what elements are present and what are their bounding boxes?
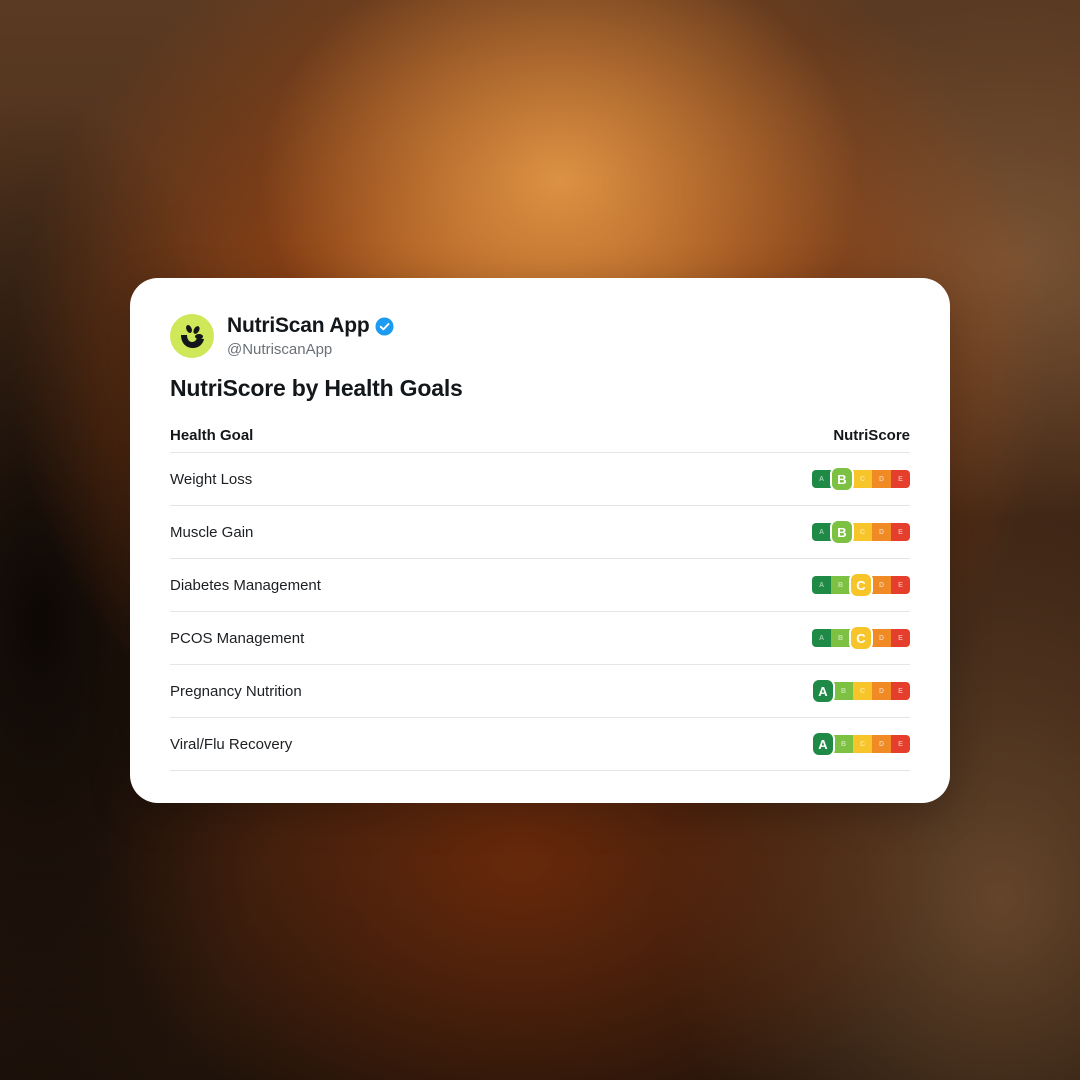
nutriscore-grade-d: D bbox=[872, 735, 891, 753]
health-goal-label: Viral/Flu Recovery bbox=[170, 735, 293, 753]
nutriscore-grade-d: D bbox=[872, 470, 891, 488]
nutriscore-grade-d: D bbox=[872, 682, 891, 700]
nutriscore-grade-a: A bbox=[812, 523, 831, 541]
nutriscan-logo-icon[interactable] bbox=[170, 314, 214, 358]
column-header-nutriscore: NutriScore bbox=[833, 426, 910, 444]
nutriscore-grade-c: C bbox=[849, 572, 873, 598]
nutriscore-grade-b: B bbox=[834, 682, 853, 700]
nutriscore-grade-d: D bbox=[872, 629, 891, 647]
nutriscore-grade-c: C bbox=[849, 625, 873, 651]
nutriscore-badge: ABCDE bbox=[811, 678, 910, 704]
nutriscore-grade-e: E bbox=[891, 735, 910, 753]
post-card: NutriScan App @NutriscanApp NutriScore b… bbox=[130, 278, 950, 803]
nutriscore-grade-e: E bbox=[891, 470, 910, 488]
nutriscore-grade-e: E bbox=[891, 682, 910, 700]
table-row: Pregnancy Nutrition A B C D E bbox=[170, 665, 910, 718]
nutriscore-badge: ABCDE bbox=[812, 519, 910, 545]
nutriscore-table: Health Goal NutriScore Weight Loss A B C D E M… bbox=[170, 418, 910, 771]
nutriscore-grade-b: B bbox=[831, 629, 850, 647]
table-row: Viral/Flu Recovery A B C D E bbox=[170, 718, 910, 771]
nutriscore-grade-c: C bbox=[853, 735, 872, 753]
health-goal-label: Weight Loss bbox=[170, 470, 253, 488]
nutriscore-grade-d: D bbox=[872, 523, 891, 541]
nutriscore-grade-e: E bbox=[891, 629, 910, 647]
nutriscore-grade-c: C bbox=[853, 523, 872, 541]
health-goal-label: PCOS Management bbox=[170, 629, 305, 647]
nutriscore-grade-c: C bbox=[853, 470, 872, 488]
nutriscore-grade-b: B bbox=[830, 466, 854, 492]
table-row: Diabetes Management A B C D E bbox=[170, 559, 910, 612]
nutriscore-badge: ABCDE bbox=[812, 572, 910, 598]
nutriscore-grade-a: A bbox=[812, 629, 831, 647]
nutriscore-grade-b: B bbox=[831, 576, 850, 594]
column-header-health-goal: Health Goal bbox=[170, 426, 254, 444]
table-body: Weight Loss A B C D E Muscle Gain A B C D E Diabetes… bbox=[170, 453, 910, 771]
table-row: PCOS Management A B C D E bbox=[170, 612, 910, 665]
nutriscore-grade-b: B bbox=[834, 735, 853, 753]
post-title: NutriScore by Health Goals bbox=[170, 375, 463, 401]
nutriscore-grade-e: E bbox=[891, 523, 910, 541]
nutriscore-grade-d: D bbox=[872, 576, 891, 594]
nutriscore-grade-c: C bbox=[853, 682, 872, 700]
user-handle[interactable]: @NutriscanApp bbox=[227, 341, 394, 358]
table-row: Muscle Gain A B C D E bbox=[170, 506, 910, 559]
nutriscan-logo-icon bbox=[181, 325, 204, 348]
display-name[interactable]: NutriScan App bbox=[227, 314, 370, 338]
nutriscore-grade-e: E bbox=[891, 576, 910, 594]
nutriscore-badge: ABCDE bbox=[812, 625, 910, 651]
table-header: Health Goal NutriScore bbox=[170, 418, 910, 453]
nutriscore-badge: ABCDE bbox=[811, 731, 910, 757]
health-goal-label: Muscle Gain bbox=[170, 523, 254, 541]
nutriscore-grade-a: A bbox=[811, 678, 835, 704]
health-goal-label: Diabetes Management bbox=[170, 576, 321, 594]
table-row: Weight Loss A B C D E bbox=[170, 453, 910, 506]
health-goal-label: Pregnancy Nutrition bbox=[170, 682, 302, 700]
post-author[interactable]: NutriScan App @NutriscanApp bbox=[170, 314, 394, 358]
nutriscore-grade-a: A bbox=[812, 576, 831, 594]
nutriscore-grade-b: B bbox=[830, 519, 854, 545]
verified-badge-icon bbox=[375, 316, 394, 336]
nutriscore-grade-a: A bbox=[811, 731, 835, 757]
nutriscore-grade-a: A bbox=[812, 470, 831, 488]
nutriscore-badge: ABCDE bbox=[812, 466, 910, 492]
